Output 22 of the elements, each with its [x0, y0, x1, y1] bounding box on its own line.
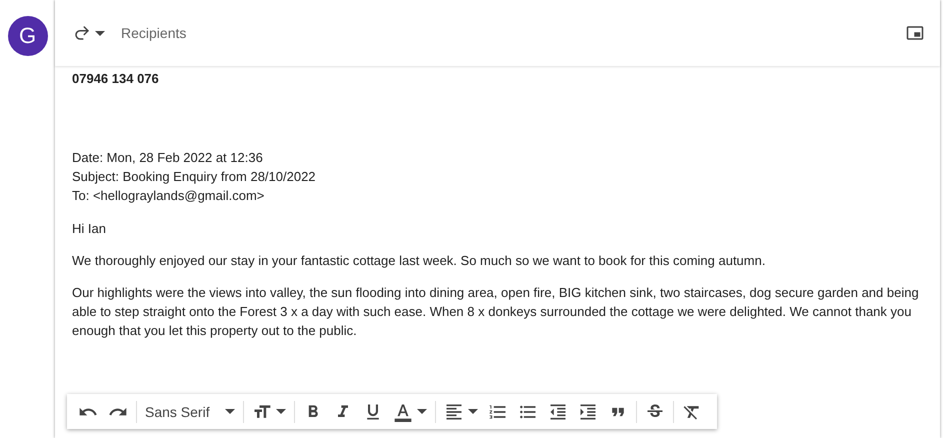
caret-icon [225, 409, 235, 414]
caret-icon [95, 30, 105, 36]
text-color-icon [393, 402, 413, 422]
avatar: G [8, 16, 48, 56]
caret-icon [468, 409, 478, 414]
response-type-button[interactable] [73, 24, 105, 42]
font-select[interactable]: Sans Serif [140, 398, 240, 426]
indent-more-icon [578, 402, 598, 422]
message-paragraph: Hi Ian [72, 220, 107, 238]
phone-number: 07946 134 076 [72, 70, 160, 88]
header-line: Date: Mon, 28 Feb 2022 at 12:36 [72, 149, 264, 167]
caret-icon [276, 409, 286, 414]
popout-button[interactable] [906, 24, 924, 42]
popout-icon [906, 24, 924, 42]
caret-icon [417, 409, 427, 414]
indent-less-icon [548, 402, 568, 422]
forward-arrow-icon [73, 24, 91, 42]
header-line: To: <hellograylands@gmail.com> [72, 187, 266, 205]
message-paragraph: We thoroughly enjoyed our stay in your fantastic cottage last week. So much so we want to book for this coming autumn. [72, 252, 766, 270]
header-line: Subject: Booking Enquiry from 28/10/2022 [72, 168, 317, 186]
message-paragraph: Our highlights were the views into valley, the sun flooding into dining area, open fire, BIG kitchen sink, two staircases, dog secure garden and being able to step straight onto the Forest 3 x a day with such ease. When 8 x donkeys surrounded the cottage we were delighted. We cannot thank you enough that you let this property out to the public. [72, 284, 920, 340]
align-icon [444, 402, 464, 422]
